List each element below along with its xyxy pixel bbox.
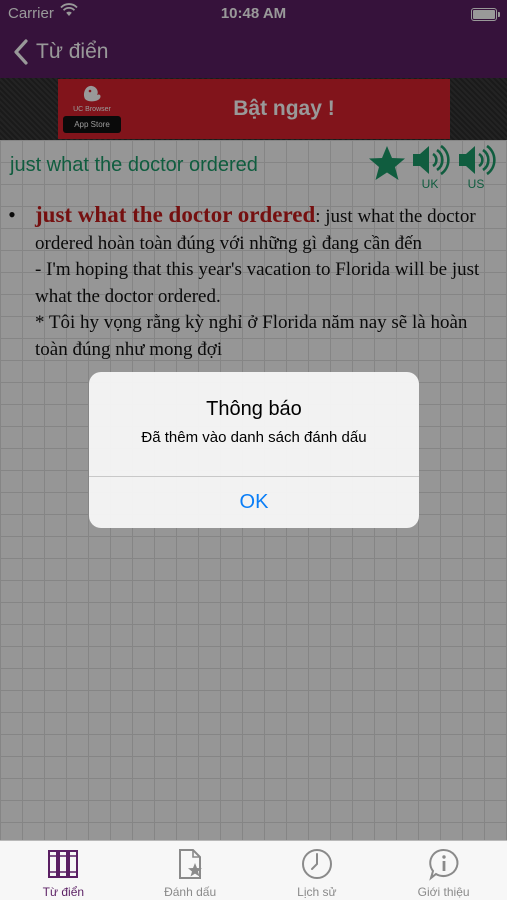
alert-dialog: Thông báo Đã thêm vào danh sách đánh dấu… bbox=[89, 372, 419, 528]
alert-message: Đã thêm vào danh sách đánh dấu bbox=[141, 429, 367, 446]
tab-label: Lịch sử bbox=[297, 885, 337, 899]
info-bubble-icon bbox=[428, 848, 459, 881]
ok-button[interactable]: OK bbox=[89, 477, 419, 528]
tab-label: Đánh dấu bbox=[164, 885, 217, 899]
tab-about[interactable]: Giới thiệu bbox=[380, 841, 507, 900]
tab-dictionary[interactable]: Từ điển bbox=[0, 841, 127, 900]
tab-history[interactable]: Lịch sử bbox=[254, 841, 381, 900]
tab-bar: Từ điển Đánh dấu Lịch sử Giới thiệu bbox=[0, 840, 507, 900]
books-icon bbox=[48, 850, 79, 878]
tab-label: Giới thiệu bbox=[417, 885, 470, 899]
clock-icon bbox=[301, 849, 332, 879]
tab-label: Từ điển bbox=[42, 885, 85, 899]
bookmark-doc-icon bbox=[179, 849, 203, 879]
alert-title: Thông báo bbox=[206, 398, 302, 420]
tab-bookmarks[interactable]: Đánh dấu bbox=[127, 841, 254, 900]
